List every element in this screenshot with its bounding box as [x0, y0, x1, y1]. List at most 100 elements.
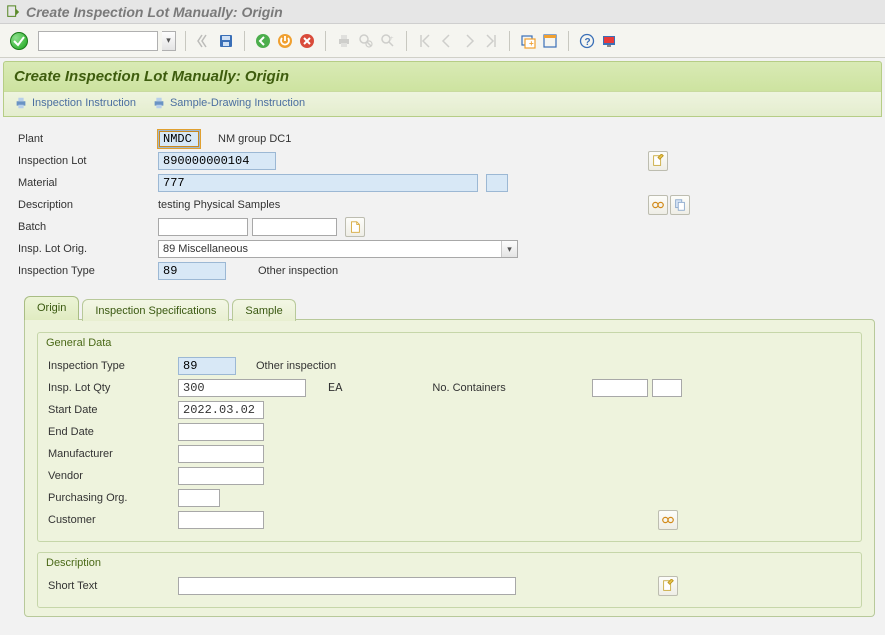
gd-end-date-label: End Date	[48, 426, 178, 438]
long-text-button[interactable]	[658, 576, 678, 596]
gd-manufacturer-field[interactable]	[178, 445, 264, 463]
dropdown-value: 89 Miscellaneous	[163, 243, 248, 255]
tab-origin-body: General Data Inspection Type 89 Other in…	[24, 319, 875, 617]
gd-insp-lot-qty-label: Insp. Lot Qty	[48, 382, 178, 394]
material-field[interactable]: 777	[158, 174, 478, 192]
material-label: Material	[18, 177, 158, 189]
gd-no-containers-label: No. Containers	[432, 382, 562, 394]
batch-field[interactable]	[158, 218, 248, 236]
inspection-type-label: Inspection Type	[18, 265, 158, 277]
insp-lot-orig-label: Insp. Lot Orig.	[18, 243, 158, 255]
tab-strip: Origin Inspection Specifications Sample	[24, 296, 875, 320]
svg-text:+: +	[529, 39, 534, 48]
page-header: Create Inspection Lot Manually: Origin I…	[3, 61, 882, 117]
chevron-left-icon	[195, 32, 213, 50]
inspection-lot-label: Inspection Lot	[18, 155, 158, 167]
plant-description: NM group DC1	[218, 133, 291, 145]
object-links-button[interactable]	[648, 195, 668, 215]
toolbar-separator	[244, 31, 245, 51]
change-document-button[interactable]	[648, 151, 668, 171]
batch-create-button[interactable]	[345, 217, 365, 237]
gd-insp-lot-qty-uom: EA	[328, 381, 342, 395]
toolbar-separator	[406, 31, 407, 51]
inspection-type-field[interactable]: 89	[158, 262, 226, 280]
short-text-label: Short Text	[48, 580, 178, 592]
back-icon[interactable]	[254, 32, 272, 50]
copy-button[interactable]	[670, 195, 690, 215]
gd-purchasing-org-field[interactable]	[178, 489, 220, 507]
gd-inspection-type-field[interactable]: 89	[178, 357, 236, 375]
first-page-icon	[416, 32, 434, 50]
action-label: Inspection Instruction	[32, 97, 136, 109]
inspection-instruction-button[interactable]: Inspection Instruction	[14, 96, 136, 110]
find-icon	[357, 32, 375, 50]
cancel-icon[interactable]	[298, 32, 316, 50]
exit-icon[interactable]	[276, 32, 294, 50]
gd-no-containers-uom-field[interactable]	[652, 379, 682, 397]
batch-label: Batch	[18, 221, 158, 233]
print-icon	[14, 96, 28, 110]
app-menu-icon[interactable]	[6, 5, 20, 19]
tab-container: Origin Inspection Specifications Sample …	[24, 296, 875, 617]
gd-purchasing-org-label: Purchasing Org.	[48, 492, 178, 504]
gd-no-containers-field[interactable]	[592, 379, 648, 397]
plant-field[interactable]: NMDC	[158, 130, 200, 148]
gd-start-date-label: Start Date	[48, 404, 178, 416]
window-title-bar: Create Inspection Lot Manually: Origin	[0, 0, 885, 24]
window-title: Create Inspection Lot Manually: Origin	[26, 4, 283, 20]
description-group: Description Short Text	[37, 552, 862, 608]
print-icon	[152, 96, 166, 110]
new-session-icon[interactable]: +	[519, 32, 537, 50]
material-aux-field[interactable]	[486, 174, 508, 192]
application-toolbar: Inspection Instruction Sample-Drawing In…	[4, 91, 881, 116]
group-title: General Data	[46, 337, 851, 349]
page-title: Create Inspection Lot Manually: Origin	[4, 62, 881, 91]
print-icon	[335, 32, 353, 50]
prev-page-icon	[438, 32, 456, 50]
material-description: testing Physical Samples	[158, 199, 280, 211]
enter-button[interactable]	[10, 32, 28, 50]
local-layout-icon[interactable]	[600, 32, 618, 50]
find-next-icon: +	[379, 32, 397, 50]
gd-vendor-field[interactable]	[178, 467, 264, 485]
gd-customer-field[interactable]	[178, 511, 264, 529]
tab-sample[interactable]: Sample	[232, 299, 295, 321]
svg-text:+: +	[390, 36, 394, 42]
gd-start-date-field[interactable]: 2022.03.02	[178, 401, 264, 419]
gd-vendor-label: Vendor	[48, 470, 178, 482]
layout-icon[interactable]	[541, 32, 559, 50]
command-field-dropdown[interactable]: ▾	[162, 31, 176, 51]
gd-customer-label: Customer	[48, 514, 178, 526]
description-label: Description	[18, 199, 158, 211]
inspection-type-text: Other inspection	[258, 265, 338, 277]
header-form: Plant NMDC NM group DC1 Inspection Lot 8…	[0, 120, 885, 282]
action-label: Sample-Drawing Instruction	[170, 97, 305, 109]
gd-inspection-type-text: Other inspection	[256, 360, 336, 372]
inspection-lot-field[interactable]: 890000000104	[158, 152, 276, 170]
next-page-icon	[460, 32, 478, 50]
toolbar-separator	[509, 31, 510, 51]
command-field[interactable]	[38, 31, 158, 51]
toolbar-separator	[568, 31, 569, 51]
tab-origin[interactable]: Origin	[24, 296, 79, 320]
svg-text:?: ?	[585, 37, 591, 48]
sample-drawing-instruction-button[interactable]: Sample-Drawing Instruction	[152, 96, 305, 110]
gd-insp-lot-qty-field[interactable]: 300	[178, 379, 306, 397]
system-toolbar: ▾ + + ?	[0, 24, 885, 58]
toolbar-separator	[185, 31, 186, 51]
last-page-icon	[482, 32, 500, 50]
gd-manufacturer-label: Manufacturer	[48, 448, 178, 460]
insp-lot-orig-dropdown[interactable]: 89 Miscellaneous ▾	[158, 240, 518, 258]
chevron-down-icon: ▾	[501, 241, 517, 257]
batch-aux-field[interactable]	[252, 218, 337, 236]
object-links-button[interactable]	[658, 510, 678, 530]
help-icon[interactable]: ?	[578, 32, 596, 50]
gd-inspection-type-label: Inspection Type	[48, 360, 178, 372]
plant-label: Plant	[18, 133, 158, 145]
tab-inspection-specifications[interactable]: Inspection Specifications	[82, 299, 229, 321]
gd-end-date-field[interactable]	[178, 423, 264, 441]
group-title: Description	[46, 557, 851, 569]
toolbar-separator	[325, 31, 326, 51]
short-text-field[interactable]	[178, 577, 516, 595]
save-icon[interactable]	[217, 32, 235, 50]
